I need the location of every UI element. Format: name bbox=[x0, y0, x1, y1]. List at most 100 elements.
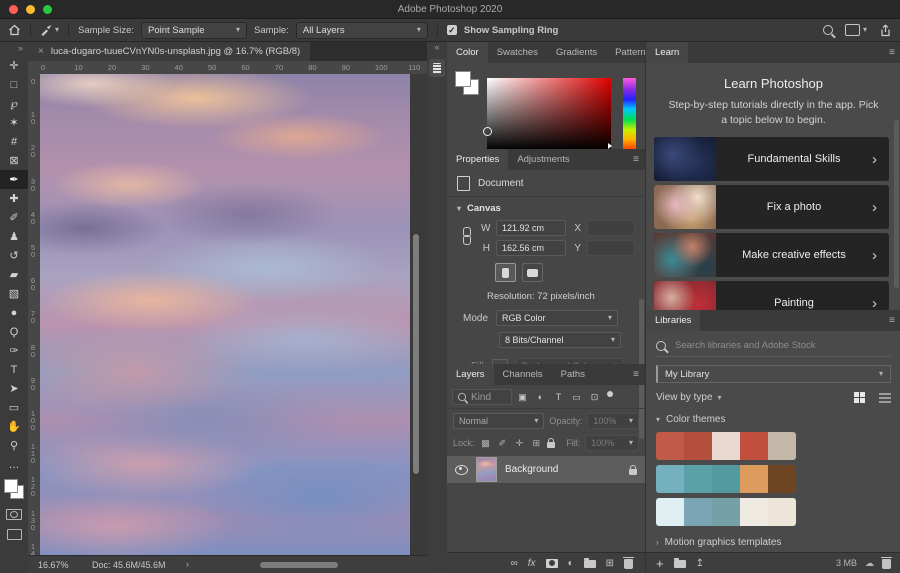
panel-scrollbar-thumb[interactable] bbox=[894, 120, 899, 288]
grid-view-icon[interactable] bbox=[854, 392, 865, 403]
search-icon[interactable] bbox=[823, 25, 833, 35]
tab-color[interactable]: Color bbox=[447, 42, 488, 63]
color-swatch[interactable] bbox=[740, 498, 768, 526]
tab-layers[interactable]: Layers bbox=[447, 364, 494, 385]
lock-all-icon[interactable] bbox=[547, 442, 555, 448]
add-element-icon[interactable]: + bbox=[656, 557, 664, 570]
layer-row-background[interactable]: Background bbox=[447, 456, 645, 483]
height-field[interactable]: 162.56 cm bbox=[496, 240, 566, 256]
expand-panels-icon[interactable]: « bbox=[427, 42, 447, 54]
color-theme-row[interactable] bbox=[656, 498, 796, 526]
shape-tool[interactable]: ▭ bbox=[0, 398, 28, 417]
filter-type-layers-icon[interactable]: T bbox=[551, 390, 566, 404]
view-by-type-label[interactable]: View by type bbox=[656, 392, 713, 403]
move-tool[interactable]: ✛ bbox=[0, 56, 28, 75]
screen-mode-toggle[interactable] bbox=[7, 529, 22, 540]
canvas-section-header[interactable]: ▾ Canvas bbox=[447, 197, 645, 216]
status-menu-icon[interactable]: › bbox=[186, 559, 189, 569]
filter-shape-layers-icon[interactable]: ▭ bbox=[569, 390, 584, 404]
lock-paint-icon[interactable]: ✐ bbox=[496, 438, 508, 449]
filter-smart-objects-icon[interactable]: ⊡ bbox=[587, 390, 602, 404]
width-field[interactable]: 121.92 cm bbox=[496, 220, 566, 236]
close-window-button[interactable] bbox=[9, 5, 18, 14]
gradient-tool[interactable]: ▧ bbox=[0, 284, 28, 303]
zoom-tool[interactable]: ⚲ bbox=[0, 436, 28, 455]
list-view-icon[interactable] bbox=[879, 393, 891, 403]
color-swatch[interactable] bbox=[768, 465, 796, 493]
libraries-search-input[interactable] bbox=[673, 339, 877, 352]
layer-name[interactable]: Background bbox=[505, 464, 621, 475]
new-adjustment-layer-icon[interactable]: ◐ bbox=[568, 558, 574, 569]
frame-tool[interactable]: ⊠ bbox=[0, 151, 28, 170]
dodge-tool[interactable]: Ϙ bbox=[0, 322, 28, 341]
color-swatch[interactable] bbox=[768, 498, 796, 526]
lock-transparency-icon[interactable]: ▩ bbox=[480, 438, 492, 449]
delete-item-icon[interactable] bbox=[882, 559, 891, 569]
filter-pixel-layers-icon[interactable]: ▣ bbox=[515, 390, 530, 404]
link-layers-icon[interactable]: ∞ bbox=[511, 558, 518, 569]
zoom-window-button[interactable] bbox=[43, 5, 52, 14]
clone-stamp-tool[interactable]: ♟ bbox=[0, 227, 28, 246]
upload-icon[interactable]: ↥ bbox=[696, 558, 704, 569]
tab-paths[interactable]: Paths bbox=[552, 364, 594, 385]
healing-brush-tool[interactable]: ✚ bbox=[0, 189, 28, 208]
blend-mode-dropdown[interactable]: Normal ▾ bbox=[453, 413, 544, 429]
show-sampling-ring-checkbox[interactable]: ✓ bbox=[447, 25, 457, 35]
layer-thumbnail[interactable] bbox=[476, 457, 497, 482]
cloud-sync-icon[interactable]: ☁ bbox=[865, 558, 874, 569]
filter-kind-dropdown[interactable]: Kind bbox=[452, 389, 512, 405]
learn-card-make-creative-effects[interactable]: Make creative effects › bbox=[654, 233, 889, 277]
add-layer-mask-icon[interactable] bbox=[546, 559, 558, 568]
eyedropper-tool[interactable]: ✒ bbox=[0, 170, 28, 189]
minimize-window-button[interactable] bbox=[26, 5, 35, 14]
new-group-icon[interactable] bbox=[584, 560, 596, 568]
history-brush-tool[interactable]: ↺ bbox=[0, 246, 28, 265]
delete-layer-icon[interactable] bbox=[624, 559, 633, 569]
color-theme-row[interactable] bbox=[656, 432, 796, 460]
color-selection-ring[interactable] bbox=[483, 127, 492, 136]
tab-swatches[interactable]: Swatches bbox=[488, 42, 547, 63]
library-dropdown[interactable]: My Library ▾ bbox=[656, 365, 891, 383]
history-panel-button[interactable] bbox=[429, 59, 445, 77]
collapse-tools-icon[interactable]: » bbox=[0, 42, 28, 56]
layer-lock-icon[interactable] bbox=[629, 469, 637, 475]
lasso-tool[interactable]: ℘ bbox=[0, 94, 28, 113]
new-layer-icon[interactable]: ⊞ bbox=[606, 558, 614, 569]
tab-gradients[interactable]: Gradients bbox=[547, 42, 606, 63]
color-swatch[interactable] bbox=[684, 432, 712, 460]
quick-mask-button[interactable] bbox=[6, 509, 22, 520]
filter-toggle[interactable] bbox=[607, 391, 613, 397]
vertical-scrollbar[interactable] bbox=[412, 74, 421, 556]
tab-properties[interactable]: Properties bbox=[447, 149, 508, 170]
hand-tool[interactable]: ✋ bbox=[0, 417, 28, 436]
brush-tool[interactable]: ✐ bbox=[0, 208, 28, 227]
color-theme-row[interactable] bbox=[656, 465, 796, 493]
path-selection-tool[interactable]: ➤ bbox=[0, 379, 28, 398]
panel-menu-icon[interactable]: ≡ bbox=[627, 369, 645, 380]
learn-card-fundamental-skills[interactable]: Fundamental Skills › bbox=[654, 137, 889, 181]
libraries-search[interactable] bbox=[656, 339, 891, 357]
color-swatch[interactable] bbox=[712, 498, 740, 526]
marquee-tool[interactable]: □ bbox=[0, 75, 28, 94]
screen-mode-button[interactable]: ▾ bbox=[845, 24, 867, 36]
home-icon[interactable] bbox=[8, 24, 21, 36]
motion-templates-header[interactable]: › Motion graphics templates bbox=[656, 537, 891, 548]
filter-adjustment-layers-icon[interactable]: ◐ bbox=[533, 390, 548, 404]
color-swatch[interactable] bbox=[684, 498, 712, 526]
color-swatch[interactable] bbox=[684, 465, 712, 493]
panel-menu-icon[interactable]: ≡ bbox=[883, 47, 900, 58]
foreground-color-swatch[interactable] bbox=[4, 479, 18, 493]
tab-libraries[interactable]: Libraries bbox=[646, 310, 700, 331]
color-swatch[interactable] bbox=[712, 465, 740, 493]
horizontal-scrollbar-thumb[interactable] bbox=[260, 562, 338, 568]
vertical-scrollbar-thumb[interactable] bbox=[413, 234, 419, 474]
learn-card-fix-a-photo[interactable]: Fix a photo › bbox=[654, 185, 889, 229]
portrait-orientation-button[interactable] bbox=[495, 263, 516, 282]
color-mode-dropdown[interactable]: RGB Color ▾ bbox=[496, 310, 618, 326]
saturation-brightness-field[interactable] bbox=[487, 78, 611, 150]
bit-depth-dropdown[interactable]: 8 Bits/Channel ▾ bbox=[499, 332, 621, 348]
zoom-level[interactable]: 16.67% bbox=[38, 560, 69, 570]
foreground-color-swatch[interactable] bbox=[455, 71, 471, 87]
layer-visibility-icon[interactable] bbox=[455, 465, 468, 475]
tab-adjustments[interactable]: Adjustments bbox=[508, 149, 578, 170]
